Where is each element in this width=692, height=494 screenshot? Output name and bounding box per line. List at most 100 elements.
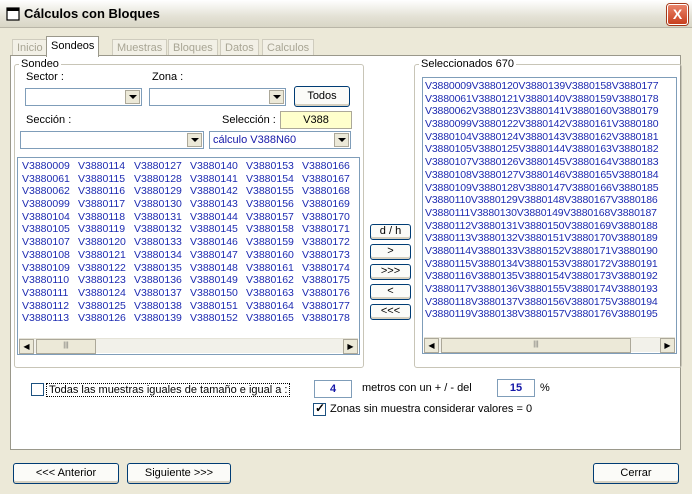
todas-muestras-label[interactable]: Todas las muestras iguales de tamaño e i… <box>46 383 291 397</box>
percent-input[interactable]: 15 <box>497 379 535 397</box>
list-cell: V3880149 <box>190 274 238 287</box>
list-item[interactable]: V3880062 V3880116 V3880129 V3880142 V3880155… <box>22 185 358 198</box>
list-item[interactable]: V3880115V3880134V3880153V3880172V3880191 <box>425 258 658 271</box>
anterior-button[interactable]: <<< Anterior <box>13 463 119 484</box>
tab-datos[interactable]: Datos <box>220 39 259 56</box>
list-cell: V3880110 <box>22 274 70 287</box>
sondeo-list[interactable]: V3880009 V3880114 V3880127 V3880140 V3880153… <box>17 157 360 355</box>
list-cell: V3880152 <box>190 312 238 325</box>
chevron-down-icon[interactable] <box>269 90 284 104</box>
tab-calculos[interactable]: Calculos <box>262 39 315 56</box>
scroll-thumb[interactable]: ||| <box>441 338 631 353</box>
list-item[interactable]: V3880109V3880128V3880147V3880166V3880185 <box>425 182 659 195</box>
move-all-left-button[interactable]: <<< <box>370 304 411 320</box>
list-item[interactable]: V3880111V3880130V3880149V3880168V3880187 <box>425 207 658 220</box>
list-cell: V3880177 <box>302 299 350 312</box>
list-cell: V3880062 <box>22 185 70 198</box>
list-item[interactable]: V3880113V3880132V3880151V3880170V3880189 <box>425 232 658 245</box>
tab-inicio[interactable]: Inicio <box>12 39 48 56</box>
siguiente-button[interactable]: Siguiente >>> <box>127 463 231 484</box>
list-item[interactable]: V3880107 V3880120 V3880133 V3880146 V3880159… <box>22 236 358 249</box>
list-item[interactable]: V3880009V3880120V3880139V3880158V3880177 <box>425 80 659 93</box>
list-cell: V3880175 <box>302 274 350 287</box>
scroll-left-icon[interactable]: ◀ <box>19 339 34 354</box>
list-item[interactable]: V3880110 V3880123 V3880136 V3880149 V3880162… <box>22 274 358 287</box>
scroll-thumb[interactable]: ||| <box>36 339 96 354</box>
move-one-left-button[interactable]: < <box>370 284 411 300</box>
move-all-right-button[interactable]: >>> <box>370 264 411 280</box>
close-window-button[interactable]: X <box>667 4 688 25</box>
list-item[interactable]: V3880061V3880121V3880140V3880159V3880178 <box>425 93 659 106</box>
list-item[interactable]: V3880111 V3880124 V3880137 V3880150 V3880163… <box>22 287 358 300</box>
sector-select[interactable] <box>25 88 142 106</box>
list-cell: V3880131 <box>134 210 182 223</box>
zona-select[interactable] <box>149 88 286 106</box>
list-item[interactable]: V3880099 V3880117 V3880130 V3880143 V3880156… <box>22 198 358 211</box>
list-cell: V3880109 <box>22 261 70 274</box>
list-cell: V3880123 <box>78 274 126 287</box>
seccion-select[interactable] <box>20 131 204 149</box>
seleccionados-list[interactable]: V3880009V3880120V3880139V3880158V3880177… <box>422 77 677 354</box>
tab-bloques[interactable]: Bloques <box>168 39 218 56</box>
list-item[interactable]: V3880108 V3880121 V3880134 V3880147 V3880160… <box>22 249 358 262</box>
scroll-left-icon[interactable]: ◀ <box>424 338 439 353</box>
list-item[interactable]: V3880104 V3880118 V3880131 V3880144 V3880157… <box>22 211 358 224</box>
list-cell: V3880167 <box>302 172 350 185</box>
list-item[interactable]: V3880119V3880138V3880157V3880176V3880195 <box>425 308 658 321</box>
move-one-right-button[interactable]: > <box>370 244 411 260</box>
cerrar-button[interactable]: Cerrar <box>593 463 679 484</box>
list-cell: V3880061 <box>22 172 70 185</box>
list-item[interactable]: V3880110V3880129V3880148V3880167V3880186 <box>425 194 658 207</box>
todas-muestras-checkbox[interactable] <box>31 383 44 396</box>
list-item[interactable]: V3880062V3880123V3880141V3880160V3880179 <box>425 105 659 118</box>
seleccion-label: Selección : <box>222 114 276 126</box>
chevron-down-icon[interactable] <box>187 133 202 147</box>
seccion-label: Sección : <box>26 114 72 126</box>
list-cell: V3880151 <box>190 299 238 312</box>
list-cell: V3880142 <box>190 185 238 198</box>
list-item[interactable]: V3880109 V3880122 V3880135 V3880148 V3880161… <box>22 262 358 275</box>
seleccionados-list-scrollbar[interactable]: ◀ ||| ▶ <box>424 337 675 353</box>
list-cell: V3880174 <box>302 261 350 274</box>
chevron-down-icon[interactable] <box>125 90 140 104</box>
check-mark-icon: ✓ <box>315 401 326 415</box>
list-item[interactable]: V3880113 V3880126 V3880139 V3880152 V3880165… <box>22 312 358 325</box>
zonas-sin-muestra-checkbox[interactable]: ✓ <box>313 401 326 416</box>
list-item[interactable]: V3880061 V3880115 V3880128 V3880141 V3880154… <box>22 173 358 186</box>
sondeo-list-scrollbar[interactable]: ◀ ||| ▶ <box>19 338 358 354</box>
list-item[interactable]: V3880104V3880124V3880143V3880162V3880181 <box>425 131 659 144</box>
tab-sondeos[interactable]: Sondeos <box>46 36 100 57</box>
list-cell: V3880135 <box>134 261 182 274</box>
dh-button[interactable]: d / h <box>370 224 411 240</box>
list-cell: V3880009 <box>22 160 70 172</box>
list-item[interactable]: V3880009 V3880114 V3880127 V3880140 V3880153… <box>22 160 358 173</box>
list-cell: V3880164 <box>246 299 294 312</box>
chevron-down-icon[interactable] <box>334 133 349 147</box>
list-item[interactable]: V3880107V3880126V3880145V3880164V3880183 <box>425 156 659 169</box>
list-item[interactable]: V3880116V3880135V3880154V3880173V3880192 <box>425 270 658 283</box>
list-cell: V3880133 <box>134 236 182 249</box>
list-cell: V3880139 <box>134 312 182 325</box>
list-item[interactable]: V3880112 V3880125 V3880138 V3880151 V3880164… <box>22 300 358 313</box>
scroll-right-icon[interactable]: ▶ <box>343 339 358 354</box>
list-cell: V3880108 <box>22 248 70 261</box>
list-item[interactable]: V3880099V3880122V3880142V3880161V3880180 <box>425 118 659 131</box>
list-cell: V3880144 <box>190 210 238 223</box>
list-cell: V3880120 <box>78 236 126 249</box>
list-item[interactable]: V3880114V3880133V3880152V3880171V3880190 <box>425 245 658 258</box>
list-item[interactable]: V3880108V3880127V3880146V3880165V3880184 <box>425 169 659 182</box>
list-item[interactable]: V3880105 V3880119 V3880132 V3880145 V3880158… <box>22 223 358 236</box>
todos-button[interactable]: Todos <box>294 86 350 107</box>
list-item[interactable]: V3880112V3880131V3880150V3880169V3880188 <box>425 220 658 233</box>
list-item[interactable]: V3880117V3880136V3880155V3880174V3880193 <box>425 283 658 296</box>
list-cell: V3880163 <box>246 286 294 299</box>
list-item[interactable]: V3880105V3880125V3880144V3880163V3880182 <box>425 143 659 156</box>
seleccion-field[interactable]: V388 <box>280 111 352 129</box>
scroll-right-icon[interactable]: ▶ <box>660 338 675 353</box>
metros-input[interactable]: 4 <box>314 380 352 398</box>
list-item[interactable]: V3880118V3880137V3880156V3880175V3880194 <box>425 296 658 309</box>
tab-muestras[interactable]: Muestras <box>112 39 168 56</box>
metros-label: metros con un + / - del <box>362 382 472 394</box>
calculo-select[interactable]: cálculo V388N60 <box>209 131 351 149</box>
list-cell: V3880117 <box>78 198 126 211</box>
